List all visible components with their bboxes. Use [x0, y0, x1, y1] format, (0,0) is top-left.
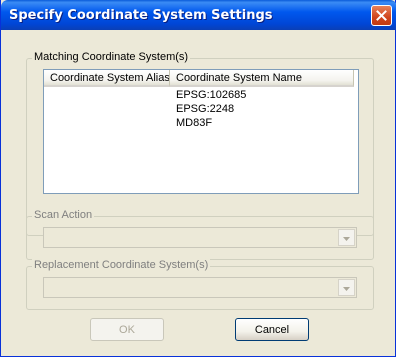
- scan-action-group: Scan Action: [26, 209, 374, 260]
- column-header-name[interactable]: Coordinate System Name: [170, 70, 354, 87]
- close-icon: [376, 10, 387, 21]
- dialog-window: Specify Coordinate System Settings Match…: [0, 0, 396, 357]
- ok-button[interactable]: OK: [90, 318, 164, 341]
- window-title: Specify Coordinate System Settings: [9, 8, 273, 23]
- scan-action-dropdown-button[interactable]: [338, 229, 355, 246]
- replacement-coordinate-system-group: Replacement Coordinate System(s): [26, 259, 374, 310]
- replacement-dropdown-button[interactable]: [338, 279, 355, 296]
- alias-cell: [44, 102, 170, 116]
- list-row[interactable]: EPSG:102685: [44, 88, 358, 102]
- list-body: EPSG:102685 EPSG:2248 MD83F: [44, 88, 358, 130]
- alias-cell: [44, 88, 170, 102]
- name-cell: MD83F: [176, 117, 213, 129]
- title-bar[interactable]: Specify Coordinate System Settings: [1, 0, 396, 30]
- close-button[interactable]: [371, 5, 392, 26]
- column-header-alias[interactable]: Coordinate System Alias: [44, 70, 170, 87]
- chevron-down-icon: [343, 282, 350, 294]
- replacement-group-label: Replacement Coordinate System(s): [32, 259, 211, 271]
- dialog-client-area: Matching Coordinate System(s) Coordinate…: [4, 30, 392, 353]
- list-header: Coordinate System Alias Coordinate Syste…: [44, 70, 358, 87]
- coordinate-system-list[interactable]: Coordinate System Alias Coordinate Syste…: [43, 69, 359, 194]
- list-row[interactable]: EPSG:2248: [44, 102, 358, 116]
- name-cell: EPSG:2248: [176, 103, 235, 115]
- chevron-down-icon: [343, 232, 350, 244]
- replacement-dropdown[interactable]: [43, 277, 357, 298]
- alias-cell: [44, 116, 170, 130]
- scan-action-dropdown[interactable]: [43, 227, 357, 248]
- matching-group-label: Matching Coordinate System(s): [32, 51, 191, 63]
- scan-action-label: Scan Action: [32, 209, 95, 221]
- cancel-button[interactable]: Cancel: [235, 318, 309, 341]
- name-cell: EPSG:102685: [176, 89, 247, 101]
- list-row[interactable]: MD83F: [44, 116, 358, 130]
